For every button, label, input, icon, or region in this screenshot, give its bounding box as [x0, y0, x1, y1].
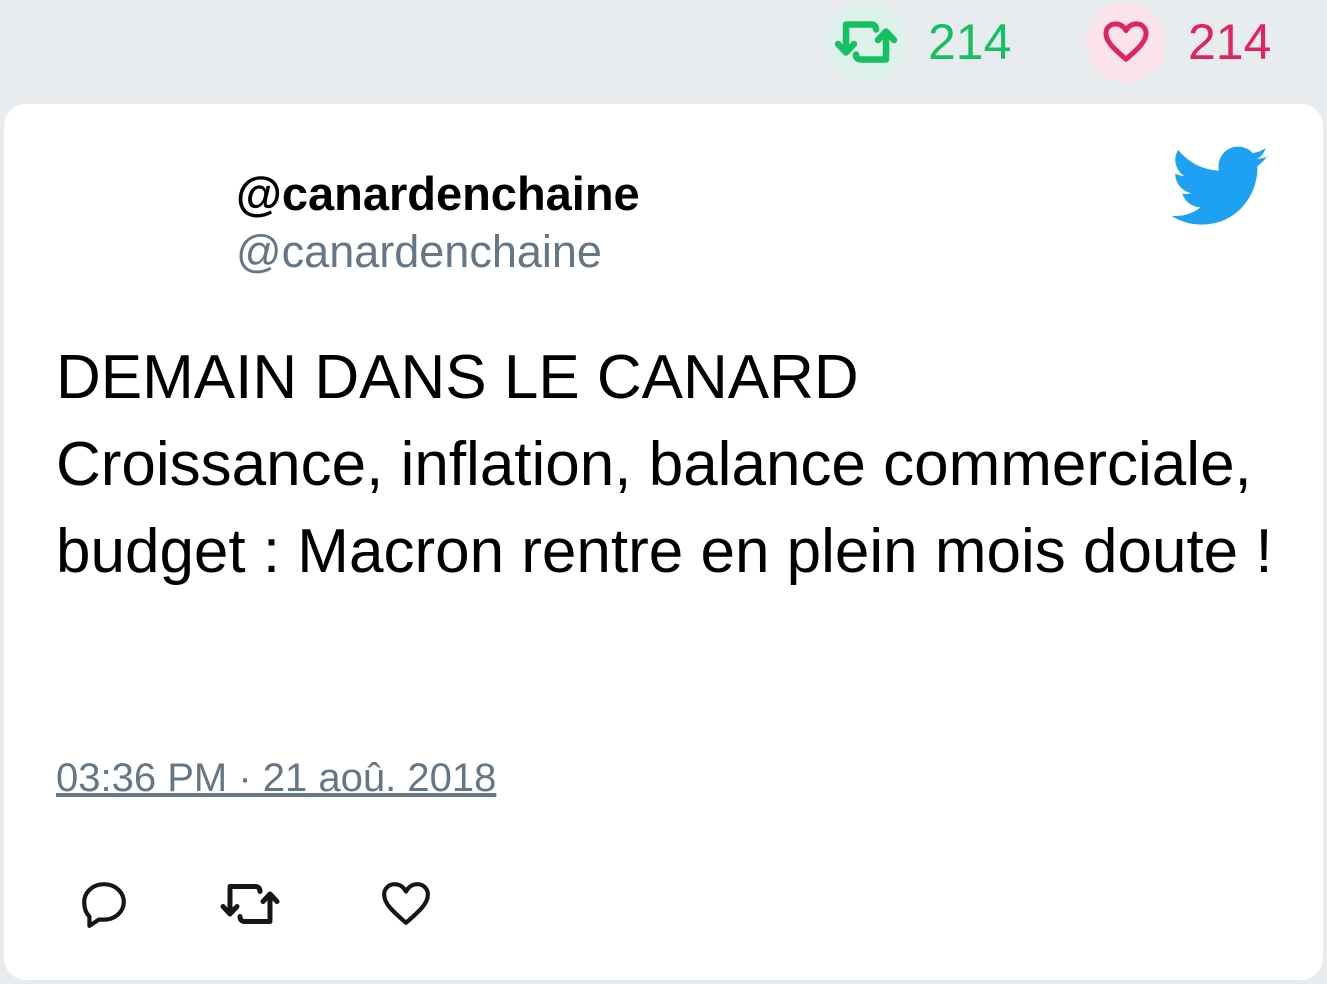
retweet-count: 214 [928, 14, 1012, 70]
twitter-bird-icon[interactable] [1171, 146, 1270, 228]
heart-icon[interactable] [1086, 2, 1166, 82]
retweet-icon[interactable] [826, 2, 906, 82]
reply-icon [82, 882, 126, 928]
retweet-button[interactable] [220, 874, 280, 934]
like-count: 214 [1188, 14, 1272, 70]
like-button[interactable] [376, 874, 436, 934]
retweet-icon [220, 884, 280, 924]
reply-button[interactable] [74, 874, 134, 934]
tweet-timestamp-link[interactable]: 03:36 PM · 21 aoû. 2018 [56, 754, 496, 802]
heart-icon [382, 882, 430, 925]
tweet-card: @canardenchaine @canardenchaine DEMAIN D… [4, 104, 1323, 980]
stats-bar: 214 214 [0, 0, 1327, 100]
retweet-stat[interactable]: 214 [826, 2, 1011, 82]
user-handle[interactable]: @canardenchaine [236, 226, 602, 278]
tweet-text: DEMAIN DANS LE CANARD Croissance, inflat… [56, 343, 1273, 586]
like-stat[interactable]: 214 [1086, 2, 1271, 82]
display-name[interactable]: @canardenchaine [236, 166, 640, 222]
